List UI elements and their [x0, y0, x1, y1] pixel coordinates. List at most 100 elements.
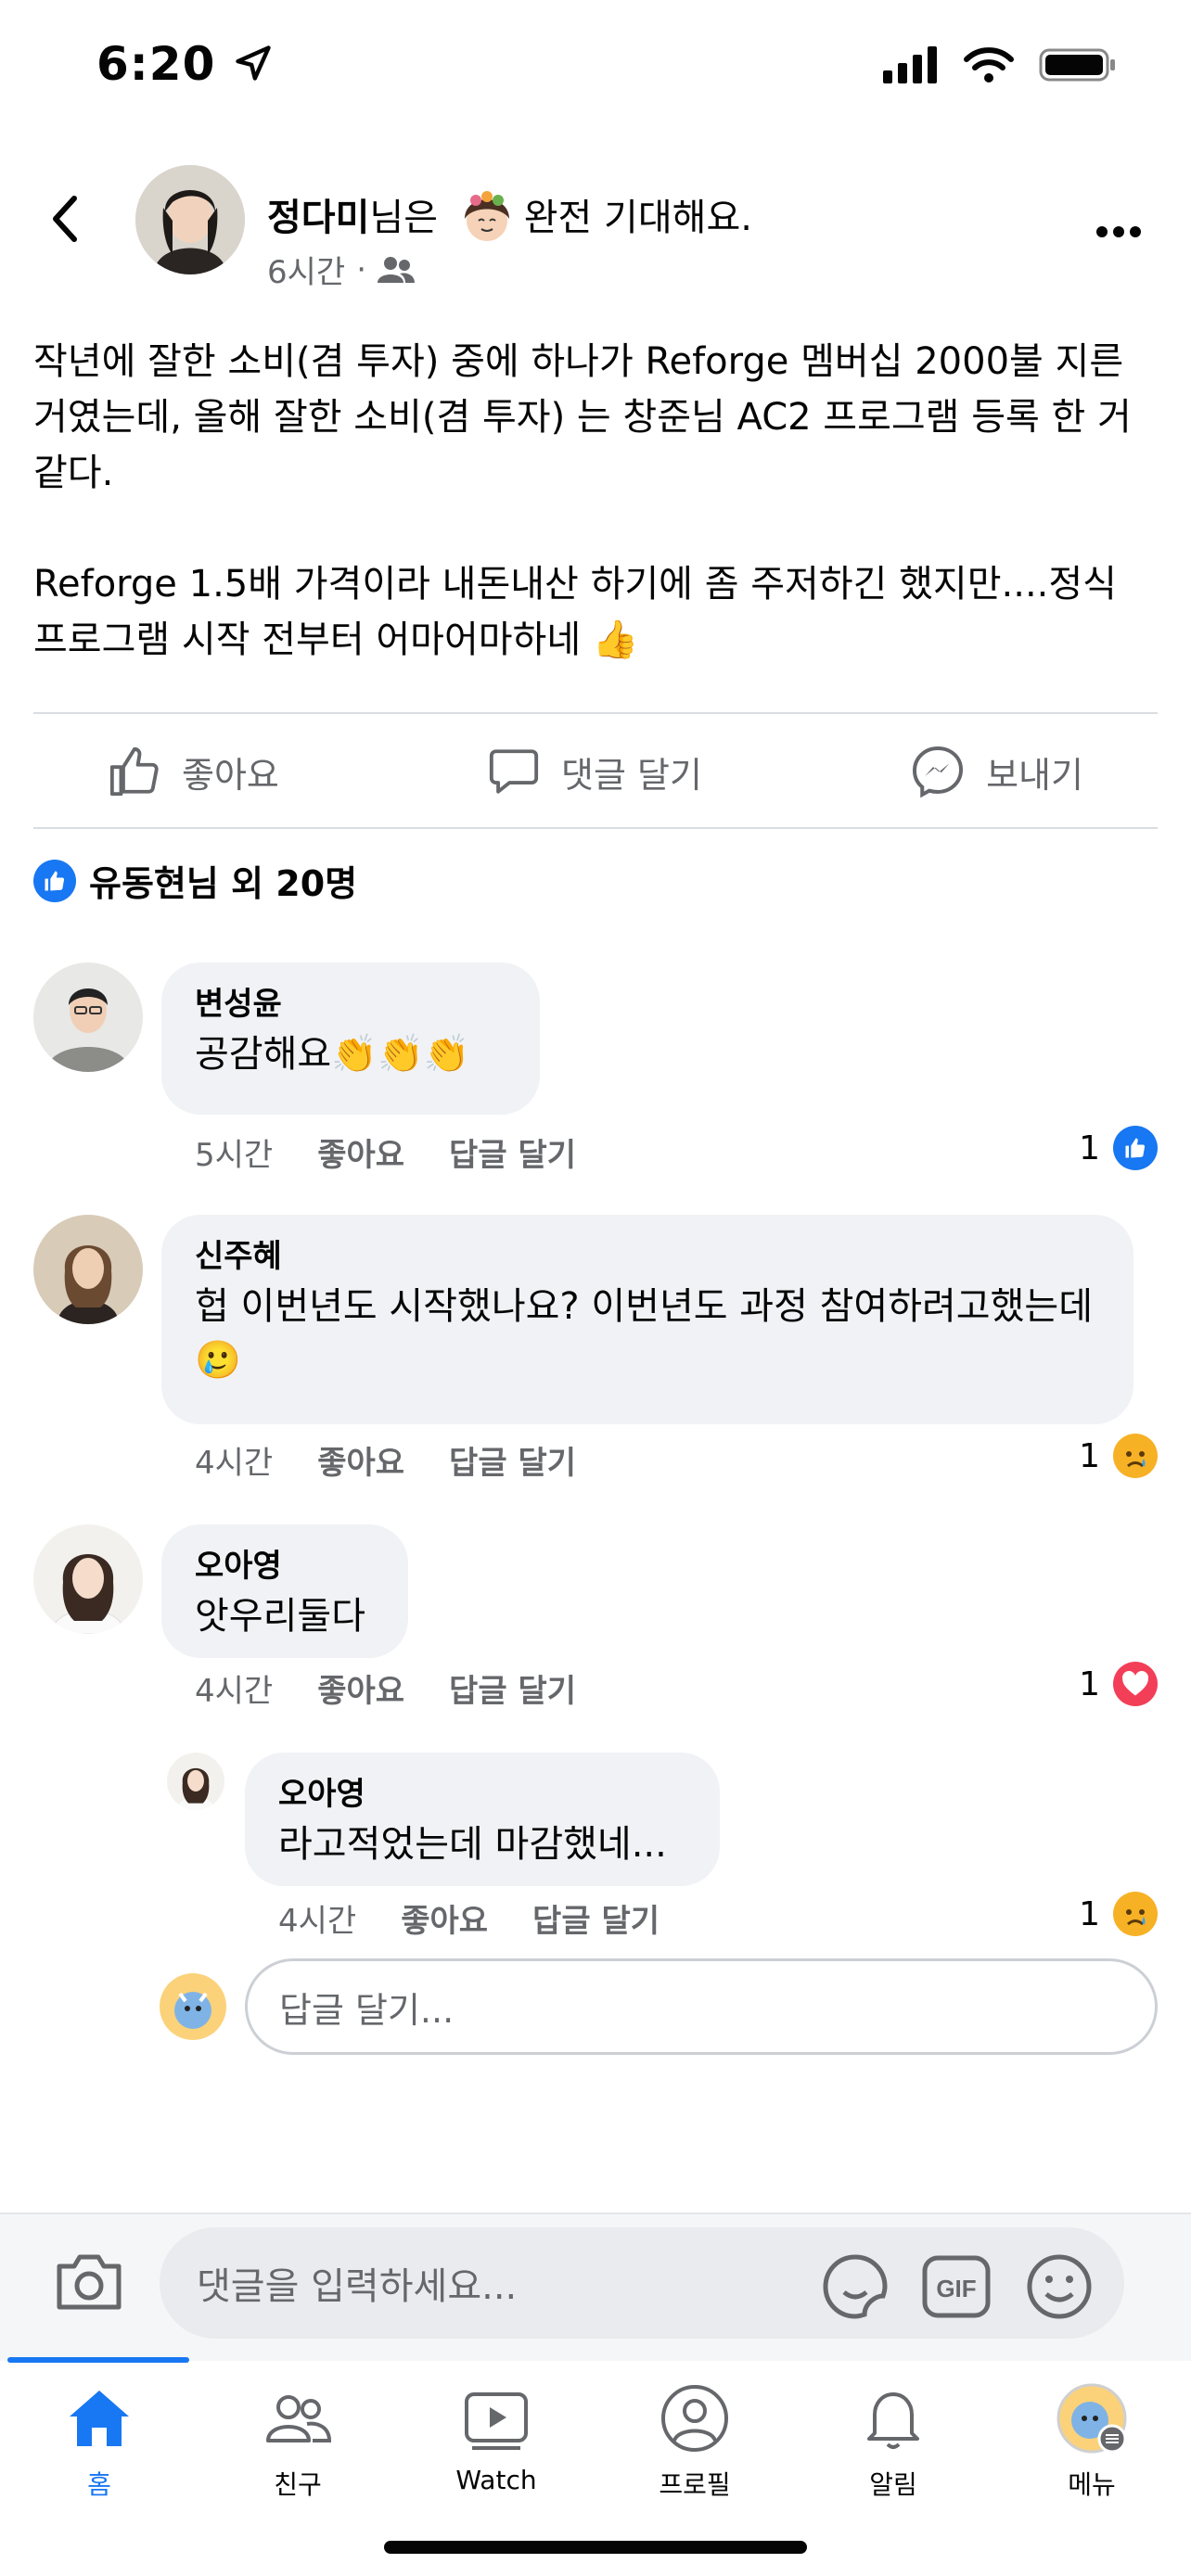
- comment-meta: 4시간 좋아요 답글 달기: [195, 1437, 576, 1483]
- reaction-count: 1: [1079, 1436, 1100, 1475]
- tab-friends[interactable]: 친구: [198, 2381, 397, 2502]
- comment-meta: 5시간 좋아요 답글 달기: [195, 1129, 576, 1175]
- comment-time[interactable]: 4시간: [195, 1665, 273, 1711]
- like-badge-icon: [33, 859, 76, 902]
- divider-top: [33, 712, 1158, 714]
- send-action-label: 보내기: [986, 754, 1083, 796]
- tab-label: 알림: [869, 2469, 917, 2500]
- comment-author[interactable]: 오아영: [195, 1543, 378, 1589]
- tab-watch[interactable]: Watch: [397, 2381, 596, 2495]
- messenger-icon: [913, 746, 964, 798]
- battery-icon: [1039, 48, 1115, 82]
- send-action-button[interactable]: 보내기: [910, 744, 1083, 799]
- comment-reply-button[interactable]: 답글 달기: [449, 1437, 576, 1483]
- reply-author[interactable]: 오아영: [278, 1771, 690, 1817]
- location-arrow-icon: [236, 45, 271, 81]
- comment-like-button[interactable]: 좋아요: [317, 1665, 404, 1711]
- signal-icon: [883, 46, 937, 83]
- reply-input-field[interactable]: 답글 달기...: [245, 1958, 1158, 2055]
- reply-like-button[interactable]: 좋아요: [401, 1895, 488, 1941]
- comment-time[interactable]: 5시간: [195, 1129, 273, 1175]
- feeling-text: 완전 기대해요.: [523, 197, 752, 239]
- author-avatar[interactable]: [135, 165, 245, 274]
- reactions-summary[interactable]: 유동현님 외 20명: [33, 855, 357, 906]
- tab-label: 홈: [87, 2469, 111, 2500]
- friends-audience-icon[interactable]: [378, 255, 416, 285]
- comment-text: 앗우리둘다: [195, 1595, 365, 1638]
- thumbs-up-icon: [109, 746, 159, 797]
- author-photo: [135, 165, 245, 274]
- commenter-photo: [33, 1524, 143, 1634]
- like-action-button[interactable]: 좋아요: [108, 745, 279, 798]
- comment-like-button[interactable]: 좋아요: [317, 1437, 404, 1483]
- reply-avatar[interactable]: [167, 1753, 224, 1810]
- menu-avatar-icon: [1057, 2383, 1127, 2454]
- comment-text: 헙 이번년도 시작했나요? 이번년도 과정 참여하려고했는데🥲: [195, 1285, 1094, 1382]
- cartoon-avatar-icon: [174, 1992, 211, 2029]
- comment-reply-button[interactable]: 답글 달기: [449, 1665, 576, 1711]
- author-name[interactable]: 정다미: [267, 197, 369, 239]
- reply-meta: 4시간 좋아요 답글 달기: [278, 1895, 660, 1941]
- comment-reaction-count[interactable]: 1: [1079, 1434, 1158, 1478]
- tab-profile[interactable]: 프로필: [596, 2381, 794, 2502]
- comment-meta: 4시간 좋아요 답글 달기: [195, 1665, 576, 1711]
- comment-author[interactable]: 신주혜: [195, 1233, 1104, 1280]
- post-body-text: 작년에 잘한 소비(겸 투자) 중에 하나가 Reforge 멤버십 2000불…: [33, 340, 1132, 661]
- like-action-label: 좋아요: [182, 754, 279, 796]
- comment-reply-button[interactable]: 답글 달기: [449, 1129, 576, 1175]
- tab-home[interactable]: 홈: [0, 2381, 198, 2502]
- sticker-button[interactable]: [820, 2251, 890, 2326]
- status-suffix: 님은: [369, 197, 439, 239]
- feeling-emoji-icon: [464, 191, 509, 241]
- comment-reaction-count[interactable]: 1: [1079, 1662, 1158, 1706]
- like-icon: [1113, 1126, 1158, 1170]
- comment-like-button[interactable]: 좋아요: [317, 1129, 404, 1175]
- emoji-button[interactable]: [1024, 2251, 1095, 2326]
- tab-notifications[interactable]: 알림: [794, 2381, 992, 2502]
- gif-button[interactable]: GIF: [922, 2255, 991, 2322]
- reactions-summary-text: 유동현님 외 20명: [89, 863, 358, 904]
- comment-bubble-icon: [489, 749, 539, 794]
- commenter-photo: [33, 963, 143, 1072]
- comment-action-button[interactable]: 댓글 달기: [487, 745, 702, 798]
- reply-reaction-count[interactable]: 1: [1079, 1892, 1158, 1936]
- sad-icon: [1113, 1434, 1158, 1478]
- more-dots-icon: [1096, 226, 1141, 237]
- home-icon: [70, 2391, 129, 2446]
- comment-avatar[interactable]: [33, 1215, 143, 1324]
- comment-bubble[interactable]: 오아영 앗우리둘다: [161, 1524, 408, 1658]
- comment-text: 공감해요👏👏👏: [195, 1033, 470, 1076]
- post-actions-bar: 좋아요 댓글 달기 보내기: [33, 716, 1158, 827]
- comment-author[interactable]: 변성윤: [195, 981, 510, 1027]
- post-meta: 6시간 ·: [267, 247, 416, 292]
- comment-avatar[interactable]: [33, 963, 143, 1072]
- reaction-count: 1: [1079, 1894, 1100, 1933]
- reply-bubble[interactable]: 오아영 라고적었는데 마감했네...: [245, 1753, 720, 1886]
- svg-text:GIF: GIF: [936, 2275, 976, 2302]
- comment-reaction-count[interactable]: 1: [1079, 1126, 1158, 1170]
- commenter-photo: [33, 1215, 143, 1324]
- more-options-button[interactable]: [1095, 206, 1143, 249]
- tab-label: 메뉴: [1068, 2469, 1116, 2500]
- active-tab-indicator: [7, 2357, 189, 2363]
- reply-text: 라고적었는데 마감했네...: [278, 1823, 667, 1866]
- current-user-avatar: [160, 1973, 226, 2040]
- love-icon: [1113, 1662, 1158, 1706]
- tab-menu[interactable]: 메뉴: [992, 2381, 1191, 2502]
- comment-bubble[interactable]: 신주혜 헙 이번년도 시작했나요? 이번년도 과정 참여하려고했는데🥲: [161, 1215, 1133, 1424]
- wifi-icon: [964, 47, 1014, 83]
- camera-icon: [57, 2254, 122, 2310]
- divider-bottom: [33, 827, 1158, 829]
- tab-label: 친구: [274, 2469, 322, 2500]
- profile-icon: [661, 2385, 728, 2452]
- comment-avatar[interactable]: [33, 1524, 143, 1634]
- back-button[interactable]: [48, 193, 82, 249]
- tab-label: Watch: [455, 2465, 537, 2495]
- reply-reply-button[interactable]: 답글 달기: [532, 1895, 660, 1941]
- comment-time[interactable]: 4시간: [195, 1437, 273, 1483]
- camera-button[interactable]: [54, 2251, 124, 2316]
- comment-input-placeholder: 댓글을 입력하세요...: [197, 2265, 518, 2308]
- comment-bubble[interactable]: 변성윤 공감해요👏👏👏: [161, 963, 540, 1115]
- reply-time[interactable]: 4시간: [278, 1895, 356, 1941]
- post-timestamp[interactable]: 6시간: [267, 247, 345, 292]
